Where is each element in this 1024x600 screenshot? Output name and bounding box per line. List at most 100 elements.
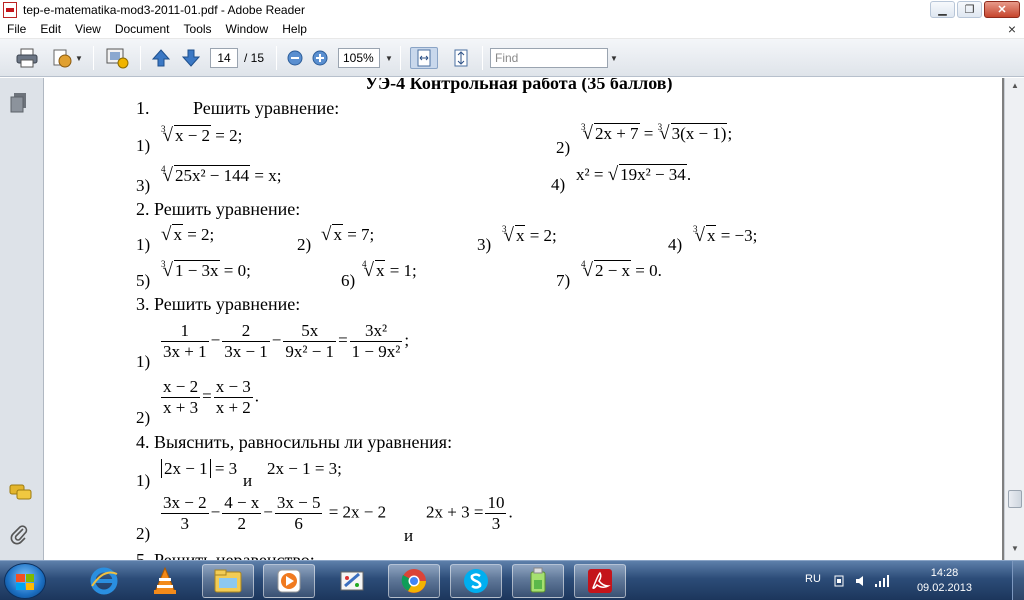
menu-edit[interactable]: Edit [33, 22, 68, 36]
paint-icon[interactable] [326, 564, 378, 598]
show-desktop-button[interactable] [1012, 561, 1024, 600]
minimize-button[interactable]: ▁ [930, 1, 955, 18]
menu-view[interactable]: View [68, 22, 108, 36]
task2-item7-equation: 4√ 2 − x = 0. [581, 259, 662, 281]
find-input[interactable]: Find [490, 48, 608, 68]
task2-item2-equation: √ x = 7; [321, 224, 375, 245]
toolbar-divider [140, 46, 141, 70]
taskbar: RU 14:28 09.02.2013 [0, 560, 1024, 600]
scroll-up-icon[interactable]: ▲ [1009, 81, 1021, 93]
task1-number: 1. [136, 98, 150, 118]
chevron-down-icon[interactable]: ▼ [385, 54, 393, 63]
menu-help[interactable]: Help [275, 22, 314, 36]
document-view[interactable]: УЭ-4 Контрольная работа (35 баллов) 1. Р… [45, 78, 1004, 560]
task3-title: 3. Решить уравнение: [136, 294, 301, 314]
toolbar-divider [400, 46, 401, 70]
task4-item2-equation2: 2x + 3 = 10 3. [426, 493, 513, 533]
task2-item4-equation: 3√ x = −3; [693, 224, 758, 246]
toolbar-divider [276, 46, 277, 70]
arrow-down-icon[interactable] [180, 47, 202, 69]
explorer-icon[interactable] [202, 564, 254, 598]
start-button[interactable] [4, 563, 46, 599]
clock-date: 09.02.2013 [916, 582, 972, 594]
close-button[interactable]: ✕ [984, 1, 1020, 18]
system-tray: RU 14:28 09.02.2013 [774, 561, 1024, 600]
close-document-icon[interactable]: × [1008, 21, 1016, 37]
collaboration-icon[interactable] [104, 47, 130, 69]
task1-title: Решить уравнение: [193, 98, 340, 118]
language-indicator[interactable]: RU [805, 573, 821, 585]
task4-title: 4. Выяснить, равносильны ли уравнения: [136, 432, 453, 452]
task1-item2-label: 2) [556, 138, 571, 157]
vertical-scrollbar[interactable]: ▲ ▼ [1004, 78, 1024, 560]
media-player-icon[interactable] [263, 564, 315, 598]
task2-item3-equation: 3√ x = 2; [502, 224, 557, 246]
network-signal-icon[interactable] [874, 574, 890, 591]
vlc-icon[interactable] [139, 564, 191, 598]
pages-icon[interactable] [9, 92, 31, 114]
task5-title: 5. Решить неравенство: [136, 550, 315, 560]
chrome-icon[interactable] [388, 564, 440, 598]
maximize-button[interactable]: ❐ [957, 1, 982, 18]
task1-item1-label: 1) [136, 136, 151, 155]
task2-item6-equation: 4√ x = 1; [362, 259, 417, 281]
print-icon[interactable] [14, 47, 40, 69]
page-number-input[interactable]: 14 [210, 48, 238, 68]
menu-tools[interactable]: Tools [177, 22, 219, 36]
menu-document[interactable]: Document [108, 22, 177, 36]
arrow-up-icon[interactable] [150, 47, 172, 69]
total-pages: / 15 [244, 51, 265, 65]
task1-item2-equation: 3√ 2x + 7 = 3√ 3(x − 1); [581, 122, 733, 144]
task2-item1-equation: √ x = 2; [161, 224, 215, 245]
menu-bar: File Edit View Document Tools Window Hel… [0, 20, 1024, 39]
adobe-reader-icon [3, 2, 17, 18]
task4-item1-equation2: 2x − 1 = 3; [267, 459, 342, 478]
task2-item6-label: 6) [341, 271, 356, 290]
window-controls: ▁ ❐ ✕ [930, 1, 1020, 18]
menu-file[interactable]: File [0, 22, 33, 36]
internet-explorer-icon[interactable] [78, 564, 130, 598]
task2-item5-equation: 3√ 1 − 3x = 0; [161, 259, 251, 281]
task4-item2-equation: 3x − 2 3−4 − x 2−3x − 56 = 2x − 2 [161, 493, 387, 533]
chevron-down-icon[interactable]: ▼ [610, 54, 618, 63]
task3-item1-label: 1) [136, 352, 151, 371]
windows-logo-icon [16, 574, 34, 590]
attachment-icon[interactable] [9, 523, 31, 545]
adobe-reader-taskbar-icon[interactable] [574, 564, 626, 598]
toolbar: ▼ 14 / 15 105% ▼ Find ▼ [0, 39, 1024, 77]
task2-item2-label: 2) [297, 235, 312, 254]
comments-icon[interactable] [9, 483, 32, 505]
title-bar: tep-e-matematika-mod3-2011-01.pdf - Adob… [0, 0, 1024, 20]
task3-item1-equation: 1 3x + 1−2 3x − 1−5x 9x² − 1 = 3x² 1 − 9x²; [161, 321, 410, 361]
task2-item5-label: 5) [136, 271, 151, 290]
zoom-select[interactable]: 105% [338, 48, 380, 68]
page-heading: УЭ-4 Контрольная работа (35 баллов) [365, 78, 673, 93]
fit-page-icon[interactable] [448, 47, 474, 69]
task1-item1-equation: 3√ x − 2 = 2; [161, 124, 243, 146]
chevron-down-icon: ▼ [75, 53, 83, 63]
zoom-in-icon[interactable] [311, 47, 329, 69]
share-icon[interactable]: ▼ [50, 47, 84, 69]
task3-item2-label: 2) [136, 408, 151, 427]
scrollbar-thumb[interactable] [1008, 490, 1022, 508]
scroll-down-icon[interactable]: ▼ [1009, 544, 1021, 556]
task2-item3-label: 3) [477, 235, 492, 254]
task3-item2-equation: x − 2x + 3 = x − 3x + 2. [161, 377, 260, 417]
app-icon[interactable] [512, 564, 564, 598]
task4-item2-conjunction: и [404, 526, 414, 545]
menu-window[interactable]: Window [219, 22, 276, 36]
task1-item3-equation: 4√ 25x² − 144 = x; [161, 164, 282, 186]
fit-width-icon[interactable] [410, 47, 438, 69]
window-title: tep-e-matematika-mod3-2011-01.pdf - Adob… [23, 3, 305, 17]
task2-item1-label: 1) [136, 235, 151, 254]
device-icon[interactable] [832, 574, 846, 591]
speaker-icon[interactable] [854, 574, 868, 591]
task2-item7-label: 7) [556, 271, 571, 290]
task1-item4-equation: x² = √ 19x² − 34. [576, 164, 692, 185]
clock[interactable]: 14:28 09.02.2013 [917, 566, 972, 596]
task1-item4-label: 4) [551, 175, 566, 194]
skype-icon[interactable] [450, 564, 502, 598]
pdf-page: УЭ-4 Контрольная работа (35 баллов) 1. Р… [45, 78, 1002, 560]
toolbar-divider [93, 46, 94, 70]
zoom-out-icon[interactable] [286, 47, 304, 69]
